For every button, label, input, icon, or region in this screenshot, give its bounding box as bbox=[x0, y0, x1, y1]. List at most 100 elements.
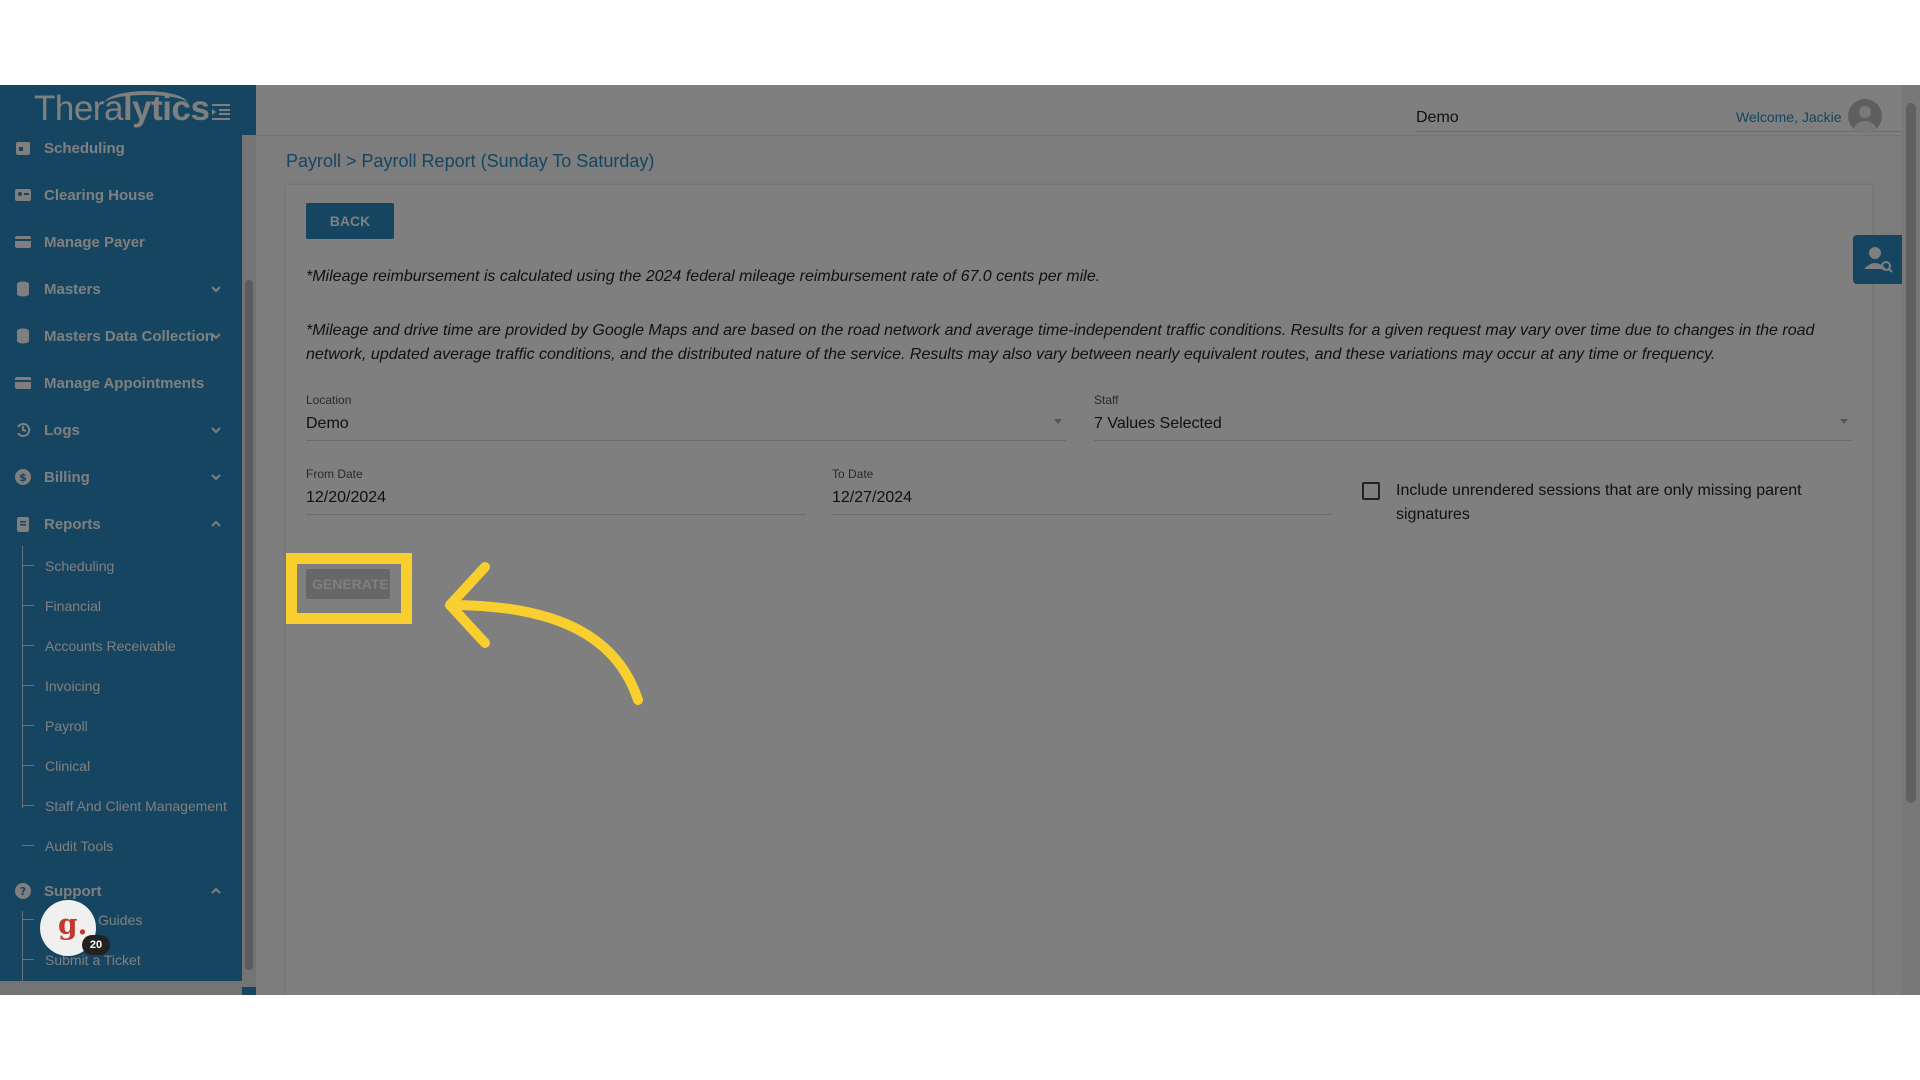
tree-tick bbox=[22, 919, 34, 920]
top-header: Demo Welcome, Jackie bbox=[256, 85, 1920, 136]
sidebar-subitem-audit-tools[interactable]: Audit Tools bbox=[0, 831, 242, 861]
mileage-rate-note: *Mileage reimbursement is calculated usi… bbox=[306, 268, 1101, 285]
subitem-label: Guides bbox=[98, 912, 143, 928]
appointments-icon bbox=[14, 374, 32, 392]
staff-value: 7 Values Selected bbox=[1094, 415, 1222, 432]
to-date-label: To Date bbox=[832, 467, 874, 481]
organization-select-value: Demo bbox=[1416, 109, 1459, 126]
sidebar-item-label: Scheduling bbox=[44, 139, 125, 157]
include-unrendered-label: Include unrendered sessions that are onl… bbox=[1396, 482, 1802, 523]
sidebar-item-label: Support bbox=[44, 882, 102, 900]
sidebar-item-reports[interactable]: Reports bbox=[0, 504, 242, 544]
sidebar-subitem-financial[interactable]: Financial bbox=[0, 591, 242, 621]
sidebar-subitem-guides[interactable]: Guides bbox=[0, 905, 242, 935]
field-underline bbox=[306, 440, 1066, 441]
welcome-text[interactable]: Welcome, Jackie bbox=[1736, 109, 1842, 125]
page-scrollbar-thumb[interactable] bbox=[1906, 103, 1916, 803]
back-button[interactable]: BACK bbox=[306, 203, 394, 239]
dollar-icon: $ bbox=[14, 468, 32, 486]
organization-select[interactable]: Demo bbox=[1416, 103, 1920, 132]
sidebar-subitem-payroll[interactable]: Payroll bbox=[0, 711, 242, 741]
database-icon bbox=[14, 327, 32, 345]
breadcrumb[interactable]: Payroll > Payroll Report (Sunday To Satu… bbox=[286, 151, 654, 172]
subitem-label: Audit Tools bbox=[45, 838, 114, 854]
chevron-up-icon bbox=[210, 884, 222, 896]
sidebar-item-masters-data-collection[interactable]: Masters Data Collection bbox=[0, 316, 242, 356]
sidebar-item-label: Manage Payer bbox=[44, 233, 145, 251]
subitem-label: Staff And Client Management bbox=[45, 798, 227, 814]
google-maps-note: *Mileage and drive time are provided by … bbox=[306, 322, 1815, 363]
sidebar-item-masters[interactable]: Masters bbox=[0, 269, 242, 309]
to-date-field[interactable]: To Date 12/27/2024 bbox=[832, 467, 1332, 515]
sidebar-item-label: Billing bbox=[44, 468, 90, 486]
sidebar-scrollbar-thumb[interactable] bbox=[245, 280, 253, 970]
subitem-label: Accounts Receivable bbox=[45, 638, 176, 654]
chevron-down-icon bbox=[210, 423, 222, 435]
sidebar-subitem-scheduling[interactable]: Scheduling bbox=[0, 551, 242, 581]
sidebar-item-label: Manage Appointments bbox=[44, 374, 205, 392]
sidebar-item-label: Masters bbox=[44, 280, 101, 298]
sidebar-item-manage-appointments[interactable]: Manage Appointments bbox=[0, 363, 242, 403]
sidebar-subitem-accounts-receivable[interactable]: Accounts Receivable bbox=[0, 631, 242, 661]
tree-tick bbox=[22, 845, 34, 846]
to-date-value: 12/27/2024 bbox=[832, 489, 913, 506]
subitem-label: Payroll bbox=[45, 718, 88, 734]
location-label: Location bbox=[306, 393, 352, 407]
tree-tick bbox=[22, 765, 34, 766]
sidebar-item-scheduling[interactable]: Scheduling bbox=[0, 128, 242, 168]
payer-card-icon bbox=[14, 233, 32, 251]
sidebar-subitem-submit-ticket[interactable]: Submit a Ticket bbox=[0, 945, 242, 975]
include-unrendered-checkbox[interactable] bbox=[1362, 482, 1380, 500]
user-search-button[interactable] bbox=[1853, 235, 1902, 284]
sidebar-item-manage-payer[interactable]: Manage Payer bbox=[0, 222, 242, 262]
guide-widget-letter: g. bbox=[58, 908, 88, 941]
chevron-down-icon bbox=[210, 282, 222, 294]
location-value: Demo bbox=[306, 415, 349, 432]
sidebar-subitem-invoicing[interactable]: Invoicing bbox=[0, 671, 242, 701]
sidebar-menu: Scheduling Clearing House Manage Payer M… bbox=[0, 123, 242, 987]
sidebar-item-label: Masters Data Collection bbox=[44, 327, 215, 345]
menu-collapse-icon[interactable] bbox=[210, 101, 232, 123]
sidebar-subitem-staff-and-client-management[interactable]: Staff And Client Management bbox=[0, 791, 242, 821]
tree-tick bbox=[22, 645, 34, 646]
sidebar: Theralytics Scheduling Clearing House Ma… bbox=[0, 85, 256, 995]
field-underline bbox=[306, 514, 806, 515]
from-date-field[interactable]: From Date 12/20/2024 bbox=[306, 467, 806, 515]
sidebar-item-label: Logs bbox=[44, 421, 80, 439]
history-icon bbox=[14, 421, 32, 439]
sidebar-item-label: Reports bbox=[44, 515, 101, 533]
user-avatar[interactable] bbox=[1848, 99, 1882, 133]
calendar-icon bbox=[14, 139, 32, 157]
tree-tick bbox=[22, 959, 34, 960]
logo-arc bbox=[104, 91, 188, 117]
location-select[interactable]: Location Demo bbox=[306, 393, 1066, 441]
sidebar-horizontal-scrollbar[interactable] bbox=[0, 981, 242, 995]
help-circle-icon: ? bbox=[14, 882, 32, 900]
subitem-label: Scheduling bbox=[45, 558, 115, 574]
chevron-down-icon bbox=[210, 329, 222, 341]
svg-text:?: ? bbox=[20, 885, 26, 898]
dropdown-arrow-icon bbox=[1054, 419, 1062, 424]
chevron-down-icon bbox=[210, 470, 222, 482]
database-icon bbox=[14, 280, 32, 298]
id-card-icon bbox=[14, 186, 32, 204]
app-window: Theralytics Scheduling Clearing House Ma… bbox=[0, 85, 1920, 995]
tree-tick bbox=[22, 605, 34, 606]
svg-text:$: $ bbox=[19, 471, 27, 484]
sidebar-item-logs[interactable]: Logs bbox=[0, 410, 242, 450]
guide-count-badge: 20 bbox=[82, 935, 110, 955]
field-underline bbox=[1094, 440, 1852, 441]
generate-highlight-box bbox=[286, 553, 412, 624]
chevron-up-icon bbox=[210, 517, 222, 529]
sidebar-subitem-clinical[interactable]: Clinical bbox=[0, 751, 242, 781]
subitem-label: Financial bbox=[45, 598, 102, 614]
pointer-arrow-icon bbox=[445, 562, 643, 705]
tree-tick bbox=[22, 565, 34, 566]
from-date-label: From Date bbox=[306, 467, 363, 481]
dropdown-arrow-icon bbox=[1840, 419, 1848, 424]
tree-tick bbox=[22, 685, 34, 686]
sidebar-item-clearing-house[interactable]: Clearing House bbox=[0, 175, 242, 215]
sidebar-item-billing[interactable]: $ Billing bbox=[0, 457, 242, 497]
staff-select[interactable]: Staff 7 Values Selected bbox=[1094, 393, 1852, 441]
tree-tick bbox=[22, 725, 34, 726]
